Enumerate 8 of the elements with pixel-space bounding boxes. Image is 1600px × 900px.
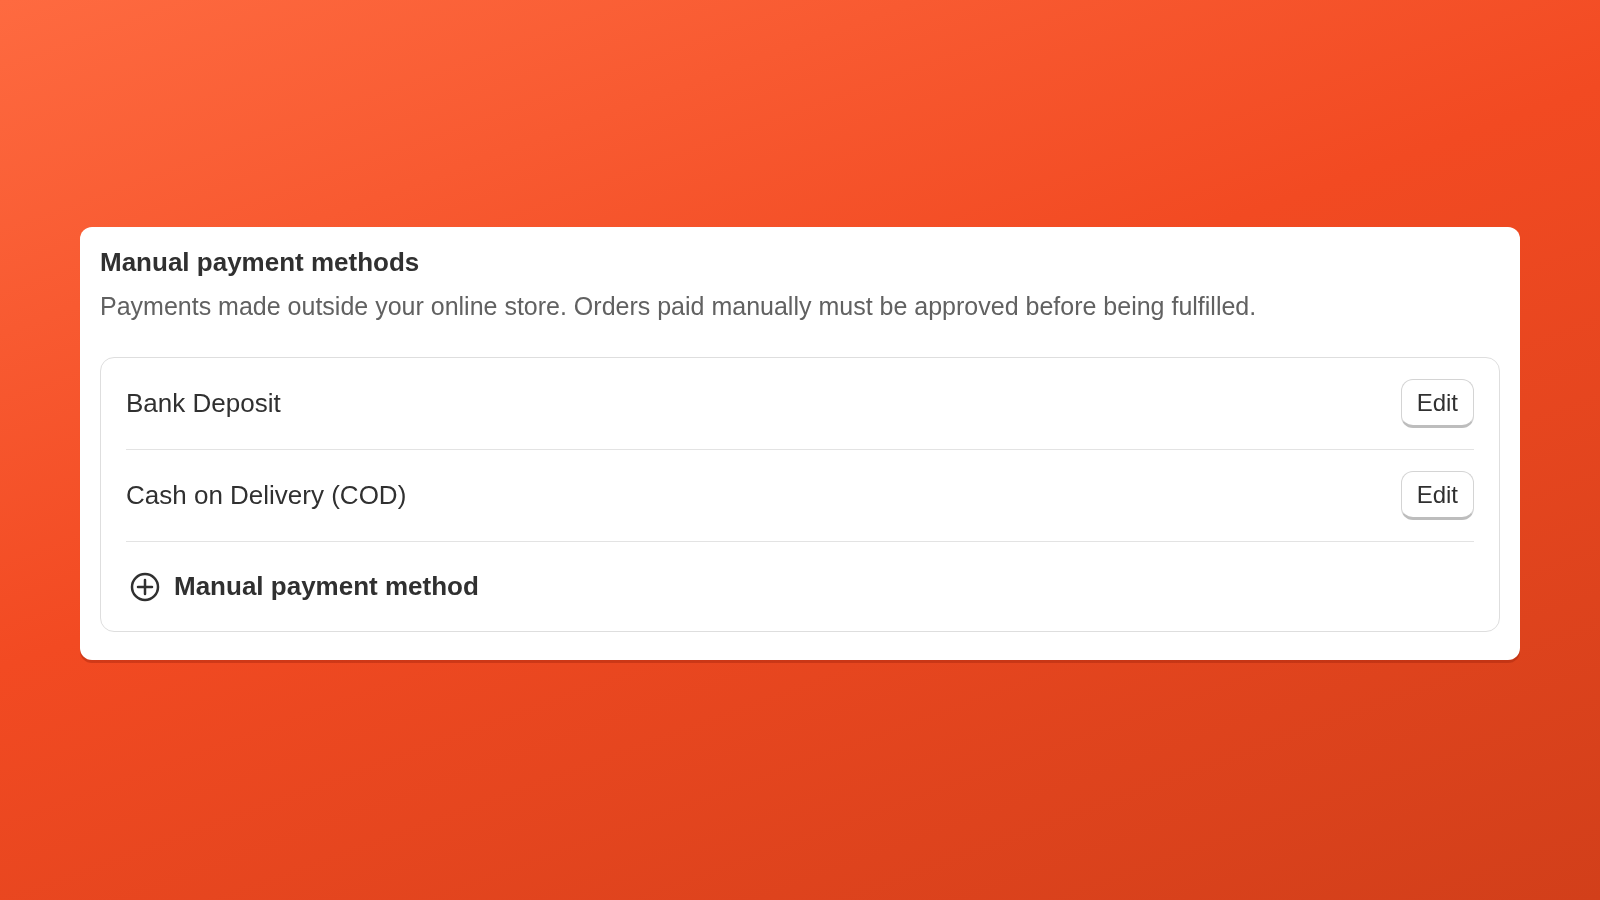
edit-button[interactable]: Edit [1400,471,1474,520]
plus-circle-icon [130,571,160,602]
card-title: Manual payment methods [100,247,421,278]
add-method-button[interactable]: Manual payment method [126,542,483,631]
edit-button[interactable]: Edit [1400,379,1474,428]
method-name: Cash on Delivery (COD) [126,480,407,511]
card-description: Payments made outside your online store. Orders paid manually must be approved before being fulfilled. [100,292,1258,321]
method-name: Bank Deposit [126,388,281,419]
